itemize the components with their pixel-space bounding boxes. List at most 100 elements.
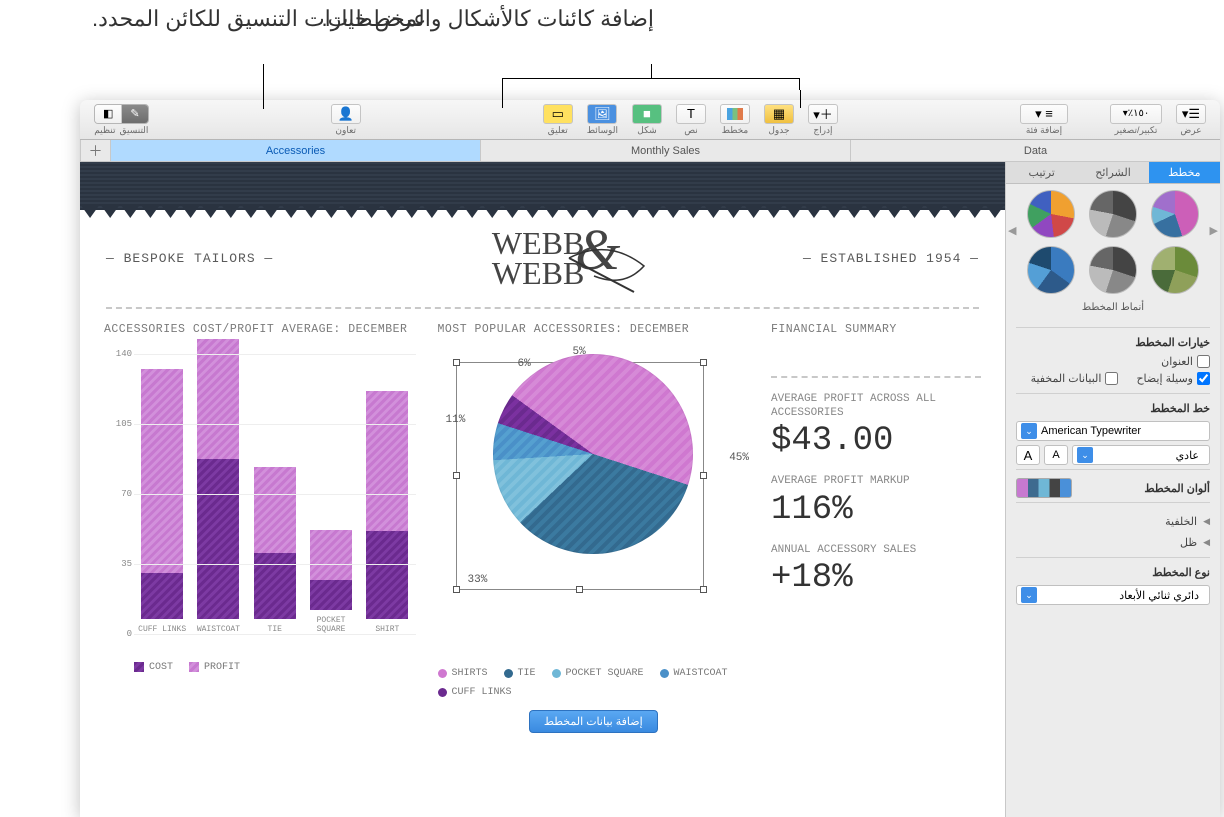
font-smaller-button[interactable]: A: [1044, 445, 1068, 465]
metric-3-value: +18%: [771, 559, 981, 597]
summary-section: FINANCIAL SUMMARY AVERAGE PROFIT ACROSS …: [771, 323, 981, 733]
inspector-panel: مخطط الشرائح ترتيب ▶ ◀ أنماط المخطط خيار…: [1005, 162, 1220, 817]
bar-chart[interactable]: 03570105140 CUFF LINKSWAISTCOATTIEPOCKET…: [104, 354, 416, 654]
inspector-tab-segments[interactable]: الشرائح: [1077, 162, 1148, 184]
add-category-button[interactable]: ≡ ▾ إضافة فئة: [1014, 103, 1074, 137]
format-seg[interactable]: ✎: [121, 105, 147, 123]
document-header: — BESPOKE TAILORS — WEBB WEBB & — ESTABL…: [80, 210, 1005, 301]
metric-2-value: 116%: [771, 491, 981, 529]
divider: [106, 307, 979, 309]
metric-1-value: $43.00: [771, 422, 981, 460]
metric-2-label: AVERAGE PROFIT MARKUP: [771, 474, 981, 488]
chart-icon: [720, 104, 750, 124]
view-icon: ☰▾: [1176, 104, 1206, 124]
pie-chart-title: MOST POPULAR ACCESSORIES: DECEMBER: [438, 323, 750, 336]
pie-legend: SHIRTS TIE POCKET SQUARE WAISTCOAT CUFF …: [438, 668, 750, 698]
pie-label-11: 11%: [446, 414, 466, 426]
comment-button[interactable]: ▭ تعليق: [537, 103, 579, 137]
shadow-disclosure[interactable]: ◀ظل: [1016, 532, 1210, 553]
font-family-dropdown[interactable]: ⌄American Typewriter: [1016, 421, 1210, 441]
callout-line: [502, 90, 503, 108]
zoom-button[interactable]: ١٥٠٪ ▾ تكبير/تصغير: [1104, 103, 1168, 137]
font-style-dropdown[interactable]: ⌄عادي: [1072, 445, 1210, 465]
chart-colors-label: ألوان المخطط: [1144, 482, 1210, 495]
plus-icon: ＋▾: [808, 104, 838, 124]
comment-icon: ▭: [543, 104, 573, 124]
chart-style-2[interactable]: [1089, 190, 1137, 238]
divider: [771, 376, 981, 378]
zoom-value: ١٥٠٪ ▾: [1110, 104, 1162, 124]
pie-chart-section: MOST POPULAR ACCESSORIES: DECEMBER 45% 3…: [438, 323, 750, 733]
chart-colors-button[interactable]: [1016, 478, 1072, 498]
hidden-data-checkbox[interactable]: البيانات المخفية: [1031, 372, 1119, 385]
canvas[interactable]: — BESPOKE TAILORS — WEBB WEBB & — ESTABL…: [80, 162, 1005, 817]
chart-type-dropdown[interactable]: ⌄دائري ثنائي الأبعاد: [1016, 585, 1210, 605]
legend-checkbox[interactable]: وسيلة إيضاح: [1136, 372, 1210, 385]
shape-icon: ■: [632, 104, 662, 124]
chart-style-3[interactable]: [1027, 190, 1075, 238]
chart-style-1[interactable]: [1151, 190, 1199, 238]
header-right: — ESTABLISHED 1954 —: [803, 251, 979, 266]
pie-label-6: 6%: [518, 358, 531, 370]
chart-style-picker: ▶ ◀: [1006, 184, 1220, 300]
shape-button[interactable]: ■ شكل: [626, 103, 668, 137]
inspector-tabs: مخطط الشرائح ترتيب: [1006, 162, 1220, 184]
edit-chart-data-button[interactable]: إضافة بيانات المخطط: [529, 710, 658, 733]
inspector-tab-arrange[interactable]: ترتيب: [1006, 162, 1077, 184]
tab-accessories[interactable]: Accessories: [110, 140, 480, 161]
format-organize-segmented[interactable]: ✎ ◧ التنسيق تنظيم: [88, 103, 155, 137]
chart-style-4[interactable]: [1151, 246, 1199, 294]
app-window: ☰▾ عرض ١٥٠٪ ▾ تكبير/تصغير ≡ ▾ إضافة فئة …: [80, 100, 1220, 817]
toolbar: ☰▾ عرض ١٥٠٪ ▾ تكبير/تصغير ≡ ▾ إضافة فئة …: [80, 100, 1220, 140]
collaborate-button[interactable]: 👤 تعاون: [325, 103, 367, 137]
chart-style-5[interactable]: [1089, 246, 1137, 294]
logo: WEBB WEBB &: [492, 228, 584, 289]
font-larger-button[interactable]: A: [1016, 445, 1040, 465]
callout-line: [651, 64, 652, 78]
canvas-header-banner: [80, 162, 1005, 210]
callout-line: [800, 90, 801, 108]
bar-chart-section: ACCESSORIES COST/PROFIT AVERAGE: DECEMBE…: [104, 323, 416, 733]
chart-styles-caption: أنماط المخطط: [1006, 300, 1220, 319]
table-button[interactable]: ▦ جدول: [758, 103, 800, 137]
media-icon: 🖼: [587, 104, 617, 124]
table-icon: ▦: [764, 104, 794, 124]
bar-chart-title: ACCESSORIES COST/PROFIT AVERAGE: DECEMBE…: [104, 323, 416, 336]
chart-button[interactable]: مخطط: [714, 103, 756, 137]
text-icon: T: [676, 104, 706, 124]
callout-bracket: [502, 78, 800, 90]
chart-options-label: خيارات المخطط: [1016, 336, 1210, 349]
add-sheet-button[interactable]: ＋: [80, 140, 110, 161]
pie-chart[interactable]: [493, 354, 693, 554]
add-category-icon: ≡ ▾: [1020, 104, 1068, 124]
chart-style-6[interactable]: [1027, 246, 1075, 294]
metric-3-label: ANNUAL ACCESSORY SALES: [771, 543, 981, 557]
tab-monthly-sales[interactable]: Monthly Sales: [480, 140, 850, 161]
background-disclosure[interactable]: ◀الخلفية: [1016, 511, 1210, 532]
inspector-tab-chart[interactable]: مخطط: [1149, 162, 1220, 184]
chart-type-label: نوع المخطط: [1016, 566, 1210, 579]
summary-title: FINANCIAL SUMMARY: [771, 323, 981, 336]
chevron-right-icon[interactable]: ▶: [1210, 224, 1218, 237]
view-button[interactable]: ☰▾ عرض: [1170, 103, 1212, 137]
collaborate-icon: 👤: [331, 104, 361, 124]
callout-line: [263, 64, 264, 109]
media-button[interactable]: 🖼 الوسائط: [581, 103, 624, 137]
insert-button[interactable]: ＋▾ إدراج: [802, 103, 844, 137]
sheet-tabs: ＋ Accessories Monthly Sales Data: [80, 140, 1220, 162]
organize-seg[interactable]: ◧: [95, 105, 121, 123]
pie-label-45: 45%: [729, 452, 749, 464]
pie-label-5: 5%: [573, 346, 586, 358]
tab-data[interactable]: Data: [850, 140, 1220, 161]
title-checkbox[interactable]: العنوان: [1161, 355, 1210, 368]
chevron-left-icon[interactable]: ◀: [1008, 224, 1016, 237]
callout-insert: إضافة كائنات كالأشكال والمخططات.: [322, 4, 654, 35]
header-left: — BESPOKE TAILORS —: [106, 251, 273, 266]
needle-icon: [564, 246, 654, 296]
chart-font-label: خط المخطط: [1016, 402, 1210, 415]
metric-1-label: AVERAGE PROFIT ACROSS ALL ACCESSORIES: [771, 392, 981, 421]
format-segments: ✎ ◧: [94, 104, 149, 124]
bar-legend: COST PROFIT: [104, 662, 416, 673]
text-button[interactable]: T نص: [670, 103, 712, 137]
pie-label-33: 33%: [468, 574, 488, 586]
